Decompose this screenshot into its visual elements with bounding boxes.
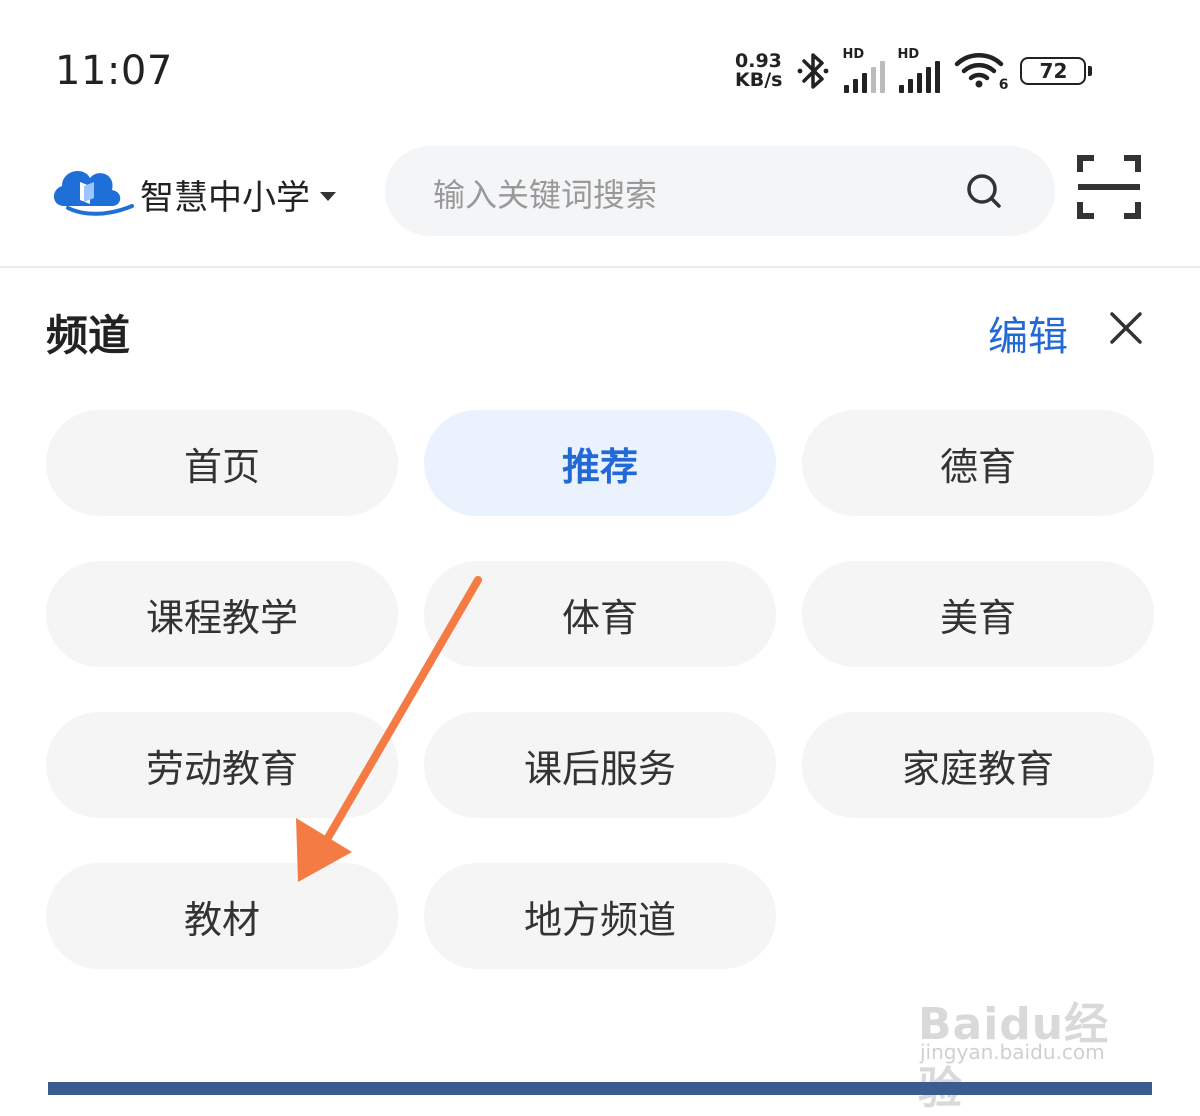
hd-label: HD	[897, 47, 920, 62]
app-header: 智慧中小学 输入关键词搜索	[0, 130, 1200, 268]
channel-chip-after-school[interactable]: 课后服务	[424, 712, 776, 818]
close-icon[interactable]	[1106, 308, 1146, 348]
channel-chip-family-education[interactable]: 家庭教育	[802, 712, 1154, 818]
network-speed-unit: KB/s	[735, 69, 783, 91]
channel-chip-home[interactable]: 首页	[46, 410, 398, 516]
watermark-url: jingyan.baidu.com	[920, 1040, 1105, 1064]
channel-chip-recommend[interactable]: 推荐	[424, 410, 776, 516]
channel-chip-curriculum[interactable]: 课程教学	[46, 561, 398, 667]
background-content	[48, 1082, 1152, 1095]
channel-chip-sports[interactable]: 体育	[424, 561, 776, 667]
search-bar[interactable]: 输入关键词搜索	[385, 146, 1055, 236]
wifi-icon: 6	[954, 51, 1009, 93]
channel-chip-textbooks[interactable]: 教材	[46, 863, 398, 969]
app-name-label: 智慧中小学	[140, 178, 310, 218]
search-input[interactable]: 输入关键词搜索	[433, 170, 657, 216]
status-bar: 11:07 0.93 KB/s HD HD 6 72	[0, 0, 1200, 130]
edit-button[interactable]: 编辑	[988, 304, 1068, 362]
channel-chip-labor-education[interactable]: 劳动教育	[46, 712, 398, 818]
scan-icon[interactable]	[1076, 154, 1142, 220]
search-icon[interactable]	[965, 172, 1005, 212]
signal-icon: HD	[897, 47, 941, 93]
app-switcher[interactable]: 智慧中小学	[140, 170, 336, 219]
channel-chip-moral-education[interactable]: 德育	[802, 410, 1154, 516]
status-time: 11:07	[55, 48, 173, 94]
signal-icon: HD	[842, 47, 886, 93]
channel-chip-local[interactable]: 地方频道	[424, 863, 776, 969]
watermark: Baidu经验 jingyan.baidu.com	[918, 962, 1148, 1114]
hd-label: HD	[842, 47, 865, 62]
bluetooth-icon	[798, 53, 829, 89]
channel-chip-arts[interactable]: 美育	[802, 561, 1154, 667]
panel-title: 频道	[46, 311, 131, 360]
app-logo-icon[interactable]	[50, 160, 134, 220]
network-speed: 0.93 KB/s	[735, 52, 782, 90]
caret-down-icon	[320, 192, 336, 201]
battery-icon: 72	[1020, 57, 1093, 85]
wifi-label: 6	[998, 77, 1009, 93]
status-icons: 0.93 KB/s HD HD 6 72	[735, 47, 1093, 94]
